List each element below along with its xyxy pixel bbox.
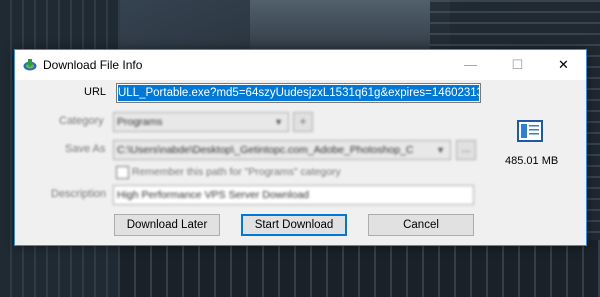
description-label: Description <box>51 188 107 200</box>
window-title: Download File Info <box>43 58 143 72</box>
maximize-button[interactable]: ☐ <box>495 50 540 80</box>
url-input[interactable]: ULL_Portable.exe?md5=64szyUudesjzxL1531q… <box>116 83 481 103</box>
category-label: Category <box>59 115 104 127</box>
browse-button[interactable]: ... <box>456 140 476 160</box>
remember-path-checkbox[interactable] <box>116 166 129 179</box>
download-later-button[interactable]: Download Later <box>114 214 220 236</box>
file-size: 485.01 MB <box>505 155 559 167</box>
minimize-button[interactable]: — <box>448 50 493 80</box>
description-input[interactable]: High Performance VPS Server Download <box>113 185 474 205</box>
background-building <box>120 240 600 297</box>
url-input-selected-text: ULL_Portable.exe?md5=64szyUudesjzxL1531q… <box>118 85 479 101</box>
cancel-button[interactable]: Cancel <box>368 214 474 236</box>
title-bar[interactable]: Download File Info — ☐ ✕ <box>15 50 586 80</box>
add-category-button[interactable]: + <box>293 112 313 132</box>
chevron-down-icon: ▼ <box>274 117 283 127</box>
file-type-icon <box>517 120 543 142</box>
chevron-down-icon: ▼ <box>436 145 445 155</box>
url-label: URL <box>84 86 107 98</box>
remember-path-label: Remember this path for "Programs" catego… <box>132 166 341 178</box>
category-select[interactable]: Programs ▼ <box>113 112 289 132</box>
save-as-select-value: C:\Users\nabde\Desktop\_Getintopc.com_Ad… <box>117 144 414 156</box>
category-select-value: Programs <box>117 116 163 128</box>
save-as-label: Save As <box>65 143 106 155</box>
save-as-select[interactable]: C:\Users\nabde\Desktop\_Getintopc.com_Ad… <box>113 140 451 160</box>
idm-app-icon <box>23 58 37 72</box>
download-file-info-dialog: Download File Info — ☐ ✕ URL ULL_Portabl… <box>14 49 587 246</box>
start-download-button[interactable]: Start Download <box>241 214 347 236</box>
close-button[interactable]: ✕ <box>541 50 586 80</box>
